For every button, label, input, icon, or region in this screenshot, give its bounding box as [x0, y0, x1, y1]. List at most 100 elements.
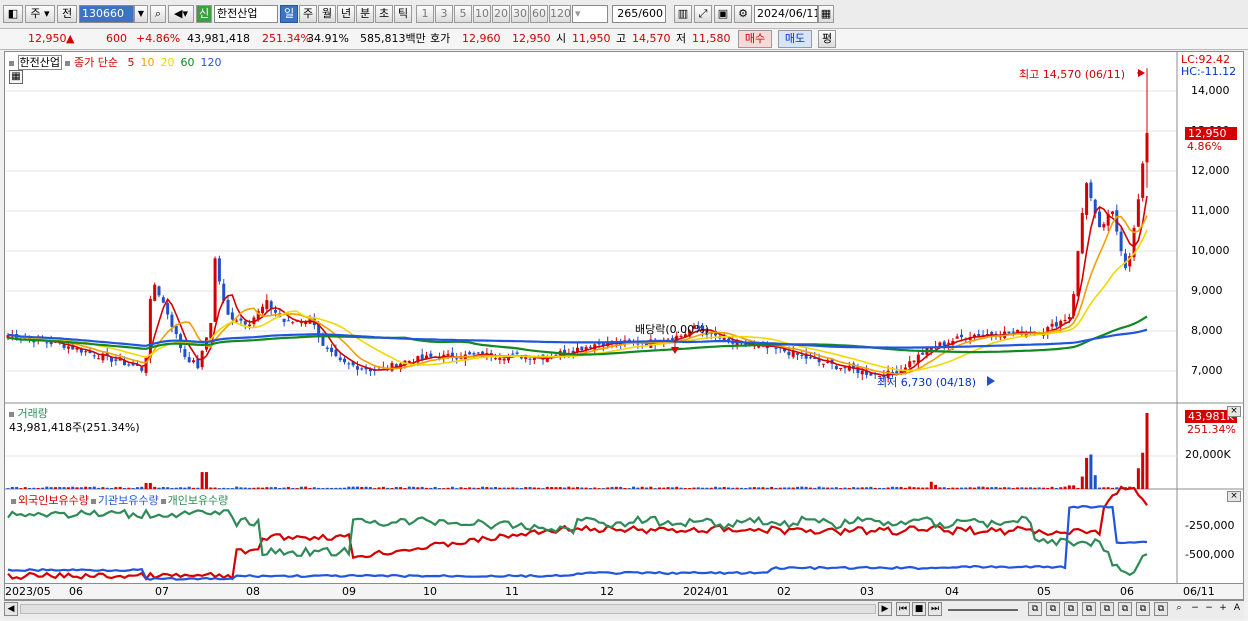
volume-bar	[481, 486, 485, 489]
candle-body	[468, 352, 472, 355]
code-dropdown-icon[interactable]: ▼	[134, 5, 148, 23]
candle-body	[796, 353, 800, 355]
gear-icon[interactable]: ⚙	[734, 5, 752, 23]
volume-bar	[506, 487, 510, 489]
volume-bar	[908, 486, 912, 489]
zoom-out-icon[interactable]: −	[1188, 602, 1202, 616]
scroll-left-icon[interactable]: ◀	[4, 602, 18, 616]
period-tab[interactable]: 초	[375, 5, 393, 23]
volume-bar	[744, 487, 748, 489]
market-select[interactable]: 주 ▾	[25, 5, 55, 23]
volume-bar	[554, 487, 558, 489]
period-tab[interactable]: 분	[356, 5, 374, 23]
volume-bar	[1085, 457, 1089, 489]
volume-bar	[519, 488, 523, 489]
calendar-icon[interactable]: ▦	[818, 5, 834, 23]
count-input[interactable]: 265/600	[612, 5, 666, 23]
candle-body	[834, 365, 838, 370]
period-tab[interactable]: 일	[280, 5, 298, 23]
zoom-window-icon[interactable]: ⧉	[1064, 602, 1078, 616]
zoom-window-icon[interactable]: ⧉	[1100, 602, 1114, 616]
table-view-icon[interactable]: ▦	[9, 70, 23, 84]
volume-bar	[813, 487, 817, 489]
interval-button[interactable]: 20	[492, 5, 510, 23]
candle-body	[1050, 323, 1054, 327]
volume-bar	[925, 487, 929, 489]
candle-body	[774, 347, 778, 349]
x-axis-label: 02	[777, 585, 791, 598]
volume-bar	[399, 487, 403, 489]
x-axis-label: 06	[1120, 585, 1134, 598]
volume-bar	[364, 486, 368, 489]
volume-bar	[161, 486, 165, 489]
window-menu-icon[interactable]: ◧	[3, 5, 23, 23]
zoom-window-icon[interactable]: ⧉	[1136, 602, 1150, 616]
chart-type-icon[interactable]: ▥	[674, 5, 692, 23]
period-tab[interactable]: 월	[318, 5, 336, 23]
rewind-icon[interactable]: ⏮	[896, 602, 910, 616]
volume-bar	[679, 487, 683, 489]
prev-button[interactable]: 전	[57, 5, 77, 23]
candle-body	[230, 312, 234, 320]
chart-canvas	[5, 52, 1243, 600]
candle-body	[261, 306, 265, 314]
interval-button[interactable]: 30	[511, 5, 529, 23]
speaker-icon[interactable]: ◀▾	[168, 5, 194, 23]
panel-close-icon[interactable]: ×	[1227, 491, 1241, 502]
crosshair-icon[interactable]: ⤢	[694, 5, 712, 23]
volume-bar	[494, 487, 498, 489]
zoom-window-icon[interactable]: ⧉	[1154, 602, 1168, 616]
zoom-window-icon[interactable]: ⧉	[1046, 602, 1060, 616]
zoom-slider[interactable]	[948, 609, 1018, 611]
zoom-window-icon[interactable]: ⧉	[1118, 602, 1132, 616]
volume-bar	[321, 488, 325, 489]
save-icon[interactable]: ▣	[714, 5, 732, 23]
forward-icon[interactable]: ⏭	[928, 602, 942, 616]
volume-bar	[761, 487, 765, 489]
chart-area[interactable]: 한전산업 종가 단순 5 10 20 60 120 ▦ LC:92.42 HC:-11.…	[4, 51, 1244, 601]
candle-body	[588, 346, 592, 348]
zoom-window-icon[interactable]: ⧉	[1082, 602, 1096, 616]
minus-icon[interactable]: −	[1202, 602, 1216, 616]
candle-body	[360, 368, 364, 370]
panel-close-icon[interactable]: ×	[1227, 406, 1241, 417]
up-arrow-icon: ▲	[66, 32, 75, 45]
interval-button[interactable]: 1	[416, 5, 434, 23]
avg-button[interactable]: 평	[818, 30, 836, 48]
interval-button[interactable]: 5	[454, 5, 472, 23]
volume-bar	[515, 487, 519, 489]
volume-bar	[1046, 487, 1050, 489]
volume-bar	[416, 487, 420, 489]
interval-button[interactable]: 60	[530, 5, 548, 23]
scroll-right-icon[interactable]: ▶	[878, 602, 892, 616]
period-tab[interactable]: 년	[337, 5, 355, 23]
font-size-icon[interactable]: A	[1230, 602, 1244, 616]
zoom-window-icon[interactable]: ⧉	[1028, 602, 1042, 616]
volume-bar	[58, 486, 62, 489]
interval-button[interactable]: 10	[473, 5, 491, 23]
volume-bar	[489, 487, 493, 489]
stock-code-input[interactable]: 130660	[79, 5, 134, 23]
volume-bar	[36, 487, 40, 489]
candle-body	[286, 320, 290, 322]
volume-bar	[532, 487, 536, 489]
period-tab[interactable]: 주	[299, 5, 317, 23]
volume-bar	[528, 487, 532, 489]
volume-bar	[28, 487, 32, 489]
magnifier-icon[interactable]: ⌕	[1172, 602, 1186, 616]
period-tab[interactable]: 틱	[394, 5, 412, 23]
interval-custom-input[interactable]: ▾	[572, 5, 608, 23]
horizontal-scrollbar[interactable]	[20, 604, 876, 614]
x-axis-label: 03	[860, 585, 874, 598]
interval-button[interactable]: 120	[549, 5, 571, 23]
holding-axis-tick: -500,000	[1185, 548, 1235, 561]
stop-icon[interactable]: ■	[912, 602, 926, 616]
volume-bar	[1029, 487, 1033, 489]
interval-button[interactable]: 3	[435, 5, 453, 23]
candle-body	[66, 346, 70, 349]
search-icon[interactable]: ⌕	[150, 5, 166, 23]
sell-button[interactable]: 매도	[778, 30, 812, 48]
date-input[interactable]: 2024/06/11	[754, 5, 818, 23]
plus-icon[interactable]: +	[1216, 602, 1230, 616]
buy-button[interactable]: 매수	[738, 30, 772, 48]
